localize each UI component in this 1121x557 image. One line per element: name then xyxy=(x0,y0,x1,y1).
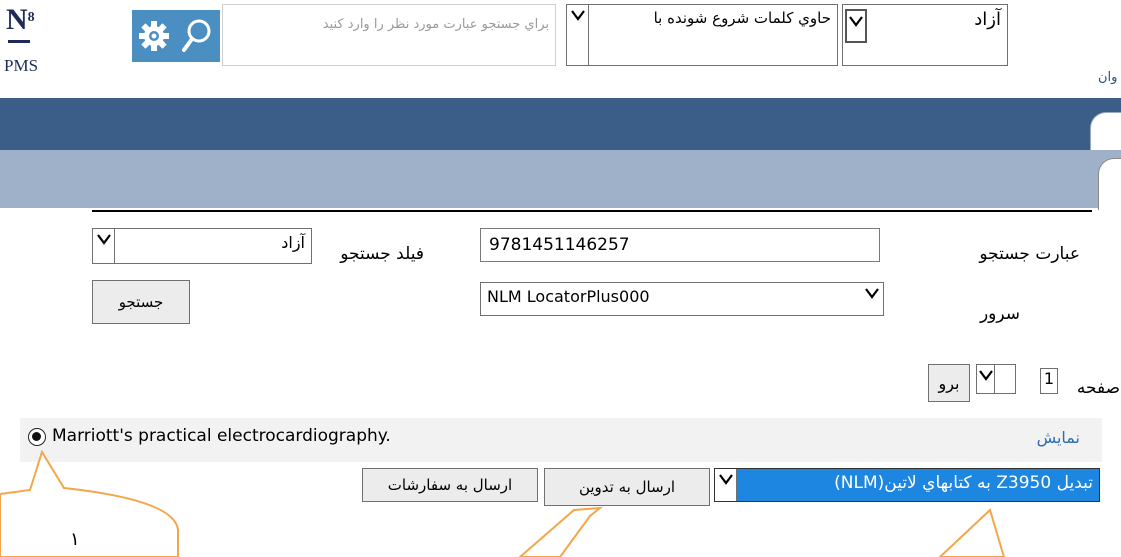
search-field-value: آزاد xyxy=(281,233,305,252)
page-number-value[interactable]: 1 xyxy=(1040,368,1058,394)
chevron-down-icon xyxy=(715,469,737,501)
chevron-down-icon xyxy=(977,365,995,393)
chevron-down-icon xyxy=(567,5,589,65)
subheader-band xyxy=(0,150,1121,208)
chevron-down-icon xyxy=(861,283,883,315)
convert-select[interactable]: تبديل Z3950 به کتابهاي لاتين(NLM) xyxy=(714,468,1100,502)
go-button[interactable]: برو xyxy=(928,364,970,402)
chevron-down-icon xyxy=(93,229,115,263)
phrase-input[interactable]: 9781451146257 xyxy=(480,228,880,262)
logo-underline xyxy=(8,40,30,43)
show-link[interactable]: نمايش xyxy=(1000,428,1080,447)
field-label: فيلد جستجو xyxy=(340,244,424,264)
server-value: NLM LocatorPlus000 xyxy=(487,287,650,306)
tab-edge[interactable] xyxy=(1090,112,1121,150)
chevron-down-icon xyxy=(845,9,867,43)
form-divider xyxy=(92,210,1092,212)
field-select-top[interactable]: آزاد xyxy=(842,4,1008,66)
result-title: Marriott's practical electrocardiography… xyxy=(52,426,391,446)
server-select[interactable]: NLM LocatorPlus000 xyxy=(480,282,884,316)
tab-edge-secondary[interactable] xyxy=(1098,158,1121,210)
logo-subtext: PMS xyxy=(4,56,39,75)
result-radio[interactable] xyxy=(28,428,46,446)
page-select[interactable] xyxy=(976,364,1016,394)
field-value-top: آزاد xyxy=(974,9,1001,30)
side-label-fragment: وان xyxy=(1098,70,1118,85)
server-label: سرور xyxy=(979,304,1020,324)
search-field-select[interactable]: آزاد xyxy=(92,228,312,264)
send-to-orders-button[interactable]: ارسال به سفارشات xyxy=(362,468,538,502)
callout-bubble-3 xyxy=(938,508,1006,557)
callout-bubble-2 xyxy=(518,506,604,557)
send-to-catalog-button[interactable]: ارسال به تدوين xyxy=(544,468,710,506)
logo-mark: N xyxy=(6,3,28,36)
match-mode-value: حاوي کلمات شروع شونده با xyxy=(653,9,831,27)
convert-value: تبديل Z3950 به کتابهاي لاتين(NLM) xyxy=(834,473,1093,493)
settings-button[interactable] xyxy=(132,10,176,62)
global-search-input[interactable]: براي جستجو عبارت مورد نظر را وارد کنيد xyxy=(222,4,556,66)
search-submit-button[interactable]: جستجو xyxy=(92,280,190,324)
phrase-label: عبارت جستجو xyxy=(979,244,1080,264)
gear-icon xyxy=(139,21,169,51)
magnifier-icon xyxy=(182,19,211,52)
logo-superscript: 8 xyxy=(27,10,35,25)
match-mode-select[interactable]: حاوي کلمات شروع شونده با xyxy=(566,4,838,66)
callout-bubble-1 xyxy=(0,449,179,557)
callout-label-1: ١ xyxy=(70,529,80,550)
search-button[interactable] xyxy=(176,10,220,62)
page-label: صفحه xyxy=(1076,378,1120,398)
app-logo: N8 PMS xyxy=(4,4,48,88)
header-band xyxy=(0,98,1121,150)
